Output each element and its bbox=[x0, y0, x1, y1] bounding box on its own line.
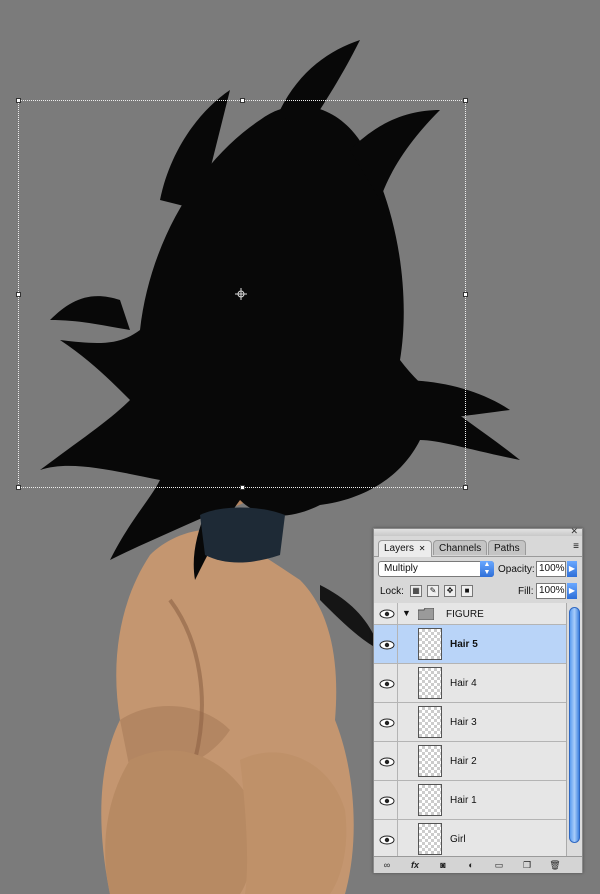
lock-transparency-icon[interactable]: ▦ bbox=[410, 585, 422, 597]
eye-icon[interactable] bbox=[378, 638, 396, 652]
layer-hair-2[interactable]: Hair 2 bbox=[374, 742, 566, 781]
layer-thumbnail bbox=[418, 628, 442, 660]
panel-menu-icon[interactable]: ≡ bbox=[573, 541, 579, 552]
folder-icon[interactable]: ▭ bbox=[492, 859, 506, 871]
group-name: FIGURE bbox=[446, 609, 484, 620]
layer-group-figure[interactable]: ▼ FIGURE bbox=[374, 603, 566, 625]
layer-hair-3[interactable]: Hair 3 bbox=[374, 703, 566, 742]
eye-icon[interactable] bbox=[378, 716, 396, 730]
eye-icon[interactable] bbox=[378, 607, 396, 621]
transform-center-icon[interactable] bbox=[235, 288, 247, 300]
trash-icon[interactable]: 🗑 bbox=[548, 859, 562, 871]
layer-thumbnail bbox=[418, 823, 442, 855]
fx-icon[interactable]: fx bbox=[408, 859, 422, 871]
layer-name: Hair 4 bbox=[450, 678, 477, 689]
handle-top-center[interactable] bbox=[240, 98, 245, 103]
tab-layers-label: Layers bbox=[384, 543, 415, 554]
fill-input[interactable]: 100% bbox=[536, 583, 566, 599]
opacity-arrow-icon[interactable]: ▶ bbox=[567, 561, 577, 577]
layer-name: Hair 3 bbox=[450, 717, 477, 728]
blend-row: Multiply ▲ ▼ Opacity: 100% ▶ bbox=[374, 557, 582, 581]
link-icon[interactable]: ∞ bbox=[380, 859, 394, 871]
tab-channels[interactable]: Channels bbox=[433, 540, 488, 555]
blend-mode-value: Multiply bbox=[384, 563, 418, 574]
panel-bottom-bar: ∞ fx ◙ ◐ ▭ ❐ 🗑 bbox=[374, 856, 582, 873]
lock-label: Lock: bbox=[380, 586, 404, 597]
face-band bbox=[200, 507, 285, 563]
layer-hair-5[interactable]: Hair 5 bbox=[374, 625, 566, 664]
layer-hair-1[interactable]: Hair 1 bbox=[374, 781, 566, 820]
fill-label: Fill: bbox=[518, 586, 534, 597]
expand-triangle-icon[interactable]: ▼ bbox=[402, 608, 411, 618]
eye-icon[interactable] bbox=[378, 755, 396, 769]
layers-list: ▼ FIGURE Hair 5 Hair 4 Hair 3 Hair 2 Hai… bbox=[374, 603, 566, 856]
layer-name: Girl bbox=[450, 834, 466, 845]
panel-titlebar[interactable]: ✕ bbox=[374, 527, 582, 536]
panel-tabs: Layers ✕ Channels Paths ≡ bbox=[374, 538, 582, 557]
opacity-value: 100% bbox=[539, 563, 565, 574]
layers-scrollbar[interactable] bbox=[566, 603, 582, 856]
layer-thumbnail bbox=[418, 784, 442, 816]
layers-panel: ✕ Layers ✕ Channels Paths ≡ Multiply ▲ ▼ … bbox=[373, 527, 583, 873]
eye-icon[interactable] bbox=[378, 833, 396, 847]
lock-all-icon[interactable]: ■ bbox=[461, 585, 473, 597]
handle-middle-left[interactable] bbox=[16, 292, 21, 297]
handle-bottom-left[interactable] bbox=[16, 485, 21, 490]
new-layer-icon[interactable]: ❐ bbox=[520, 859, 534, 871]
chevron-updown-icon: ▲ ▼ bbox=[480, 561, 494, 577]
layer-girl[interactable]: Girl bbox=[374, 820, 566, 856]
layer-name: Hair 1 bbox=[450, 795, 477, 806]
mask-icon[interactable]: ◙ bbox=[436, 859, 450, 871]
handle-bottom-right[interactable] bbox=[463, 485, 468, 490]
lock-move-icon[interactable]: ✥ bbox=[444, 585, 456, 597]
layer-name: Hair 5 bbox=[450, 639, 478, 650]
fill-arrow-icon[interactable]: ▶ bbox=[567, 583, 577, 599]
layer-thumbnail bbox=[418, 706, 442, 738]
handle-top-left[interactable] bbox=[16, 98, 21, 103]
handle-bottom-center[interactable] bbox=[240, 485, 245, 490]
tab-paths-label: Paths bbox=[494, 543, 520, 554]
handle-top-right[interactable] bbox=[463, 98, 468, 103]
scrollbar-thumb[interactable] bbox=[569, 607, 580, 843]
adjustment-icon[interactable]: ◐ bbox=[464, 859, 478, 871]
tab-close-icon[interactable]: ✕ bbox=[419, 544, 426, 553]
layer-hair-4[interactable]: Hair 4 bbox=[374, 664, 566, 703]
lock-row: Lock: ▦ ✎ ✥ ■ Fill: 100% ▶ bbox=[374, 581, 582, 604]
layer-name: Hair 2 bbox=[450, 756, 477, 767]
lock-brush-icon[interactable]: ✎ bbox=[427, 585, 439, 597]
folder-icon bbox=[418, 608, 434, 620]
layer-thumbnail bbox=[418, 745, 442, 777]
opacity-input[interactable]: 100% bbox=[536, 561, 566, 577]
fill-value: 100% bbox=[539, 585, 565, 596]
handle-middle-right[interactable] bbox=[463, 292, 468, 297]
panel-close-icon[interactable]: ✕ bbox=[570, 527, 578, 536]
tab-layers[interactable]: Layers ✕ bbox=[378, 540, 432, 557]
tab-channels-label: Channels bbox=[439, 543, 482, 554]
layer-thumbnail bbox=[418, 667, 442, 699]
opacity-label: Opacity: bbox=[498, 564, 535, 575]
tab-paths[interactable]: Paths bbox=[488, 540, 526, 555]
blend-mode-select[interactable]: Multiply ▲ ▼ bbox=[378, 561, 494, 577]
eye-icon[interactable] bbox=[378, 794, 396, 808]
eye-icon[interactable] bbox=[378, 677, 396, 691]
